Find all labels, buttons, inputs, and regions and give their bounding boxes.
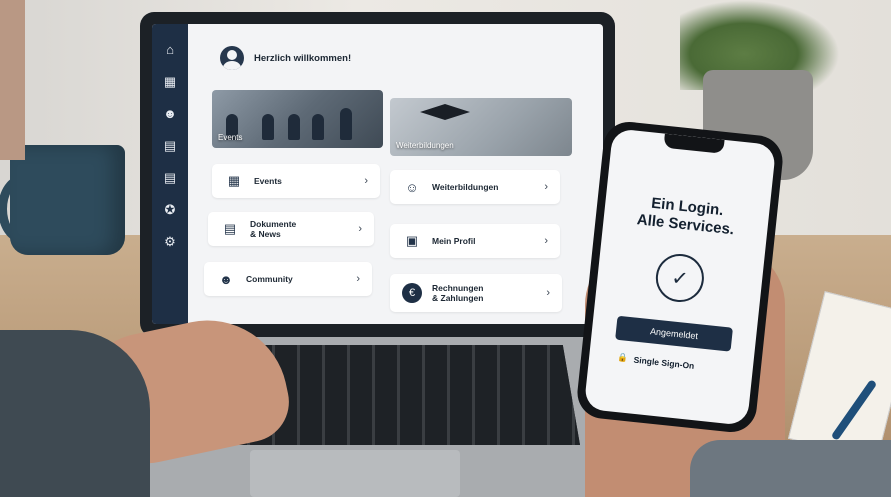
tile-mein-profil[interactable]: ▣ Mein Profil › — [390, 224, 560, 258]
tile-dokumente-news[interactable]: ▤ Dokumente & News › — [208, 212, 374, 246]
tile-label-line2: & Zahlungen — [432, 293, 484, 303]
tile-label: Dokumente & News — [250, 219, 358, 239]
tile-label-line2: & News — [250, 229, 281, 239]
trackpad — [250, 450, 460, 497]
tile-community[interactable]: ☻ Community › — [204, 262, 372, 296]
avatar[interactable] — [220, 46, 244, 70]
document-icon[interactable]: ▤ — [162, 170, 178, 186]
person-training-icon: ☺ — [405, 179, 419, 195]
tile-label: Rechnungen & Zahlungen — [432, 283, 546, 303]
chevron-right-icon: › — [546, 287, 550, 299]
chevron-right-icon: › — [358, 223, 362, 235]
document-icon: ▤ — [223, 221, 237, 236]
sleeve — [690, 440, 891, 497]
euro-icon-wrap: € — [402, 283, 422, 303]
checkmark-icon: ✓ — [653, 251, 707, 305]
phone-notch — [663, 133, 725, 154]
chevron-right-icon: › — [544, 181, 548, 193]
graduation-cap-icon — [420, 104, 470, 120]
calendar-list-icon: ▦ — [227, 173, 241, 188]
smartphone: Ein Login. Alle Services. ✓ Angemeldet 🔒… — [574, 119, 786, 435]
profile-icon: ▣ — [405, 233, 419, 248]
settings-icon[interactable]: ⚙ — [162, 234, 178, 250]
tile-rechnungen-zahlungen[interactable]: € Rechnungen & Zahlungen › — [390, 274, 562, 312]
person-shoulder — [0, 330, 150, 497]
laptop-screen: ⌂ ▦ ☻ ▤ ▤ ✪ ⚙ Herzlich willkommen! Event… — [152, 24, 603, 324]
chevron-right-icon: › — [364, 175, 368, 187]
weiterbildungen-image-card[interactable]: Weiterbildungen — [390, 98, 572, 156]
people-icon: ☻ — [219, 271, 233, 287]
chevron-right-icon: › — [356, 273, 360, 285]
chevron-right-icon: › — [544, 235, 548, 247]
tile-label-line1: Rechnungen — [432, 283, 484, 293]
tile-label: Events — [254, 176, 282, 186]
person-head — [0, 0, 25, 160]
events-image-label: Events — [218, 133, 243, 142]
weiterbildungen-image-label: Weiterbildungen — [396, 141, 454, 150]
welcome-header: Herzlich willkommen! — [220, 46, 351, 70]
coffee-mug — [10, 145, 125, 255]
euro-icon: € — [402, 283, 422, 303]
sidebar: ⌂ ▦ ☻ ▤ ▤ ✪ ⚙ — [152, 24, 188, 324]
lock-icon: 🔒 — [616, 351, 629, 363]
phone-screen: Ein Login. Alle Services. ✓ Angemeldet 🔒… — [583, 128, 777, 426]
sso-text: Single Sign-On — [633, 354, 695, 371]
sso-label: 🔒 Single Sign-On — [617, 352, 728, 374]
badge-icon[interactable]: ✪ — [162, 202, 178, 218]
tile-label: Weiterbildungen — [432, 182, 499, 192]
home-icon[interactable]: ⌂ — [162, 42, 178, 58]
angemeldet-button[interactable]: Angemeldet — [615, 315, 733, 352]
phone-headline: Ein Login. Alle Services. — [603, 190, 770, 243]
document-icon[interactable]: ▤ — [162, 138, 178, 154]
calendar-icon[interactable]: ▦ — [162, 74, 178, 90]
tile-weiterbildungen[interactable]: ☺ Weiterbildungen › — [390, 170, 560, 204]
welcome-text: Herzlich willkommen! — [254, 52, 352, 64]
tile-label: Community — [246, 274, 293, 284]
people-icon[interactable]: ☻ — [162, 106, 178, 122]
tile-events[interactable]: ▦ Events › — [212, 164, 380, 198]
tile-label-line1: Dokumente — [250, 219, 297, 229]
tile-label: Mein Profil — [432, 236, 476, 246]
events-image-card[interactable]: Events — [212, 90, 383, 148]
